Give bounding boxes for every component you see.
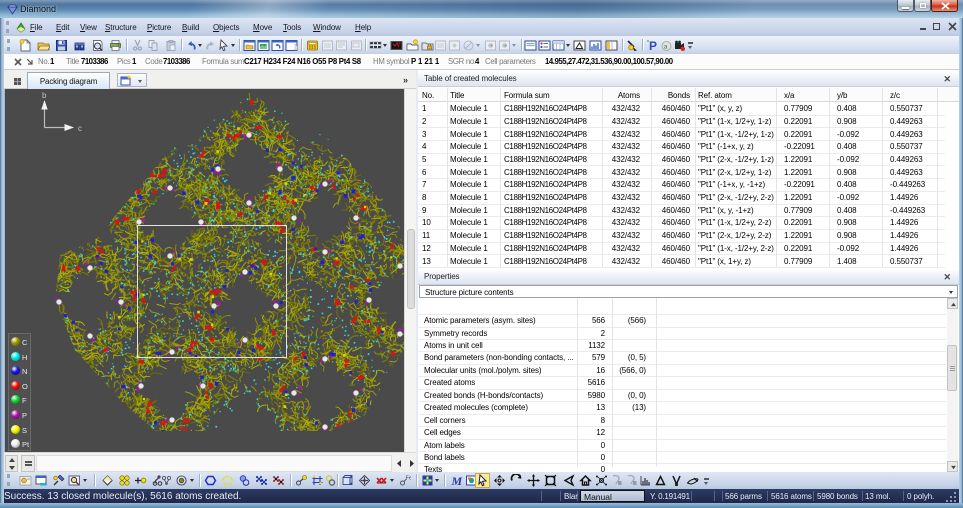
svg-text:c: c [78,124,82,133]
svg-text:Fe: Fe [406,476,412,482]
svg-text:b: b [42,91,47,100]
svg-text:M: M [451,474,463,487]
svg-text:P: P [649,39,657,52]
